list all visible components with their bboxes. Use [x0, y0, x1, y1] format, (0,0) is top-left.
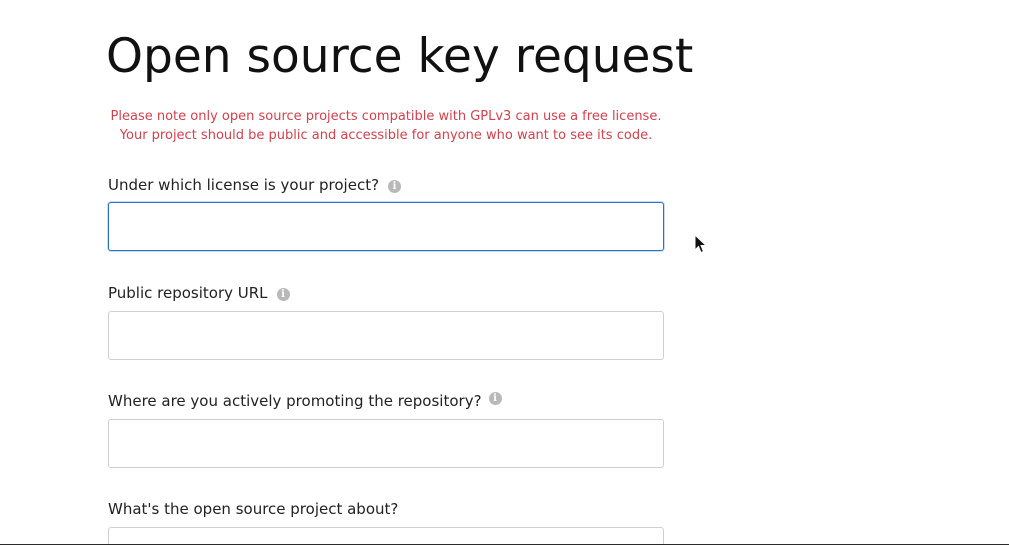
about-label: What's the open source project about? — [108, 499, 398, 519]
notice-line-1: Please note only open source projects co… — [110, 109, 662, 124]
license-notice: Please note only open source projects co… — [108, 107, 664, 145]
notice-line-2: Your project should be public and access… — [119, 128, 653, 143]
license-label-text: Under which license is your project? — [108, 176, 380, 194]
info-icon[interactable]: i — [488, 392, 502, 405]
repo-url-label: Public repository URL i — [108, 283, 290, 303]
license-label: Under which license is your project? i — [108, 175, 402, 195]
info-icon[interactable]: i — [276, 288, 290, 301]
about-input[interactable] — [108, 527, 664, 545]
repo-url-label-text: Public repository URL — [108, 284, 268, 302]
promotion-label-text: Where are you actively promoting the rep… — [108, 392, 482, 410]
license-input[interactable] — [108, 202, 664, 251]
repo-url-input[interactable] — [108, 311, 664, 360]
promotion-label: Where are you actively promoting the rep… — [108, 391, 502, 411]
about-label-text: What's the open source project about? — [108, 500, 399, 518]
promotion-input[interactable] — [108, 419, 664, 468]
open-source-key-request-page: Open source key request Please note only… — [0, 0, 1009, 545]
page-title: Open source key request — [106, 29, 694, 84]
info-icon[interactable]: i — [388, 180, 402, 193]
mouse-cursor-icon — [694, 234, 708, 254]
